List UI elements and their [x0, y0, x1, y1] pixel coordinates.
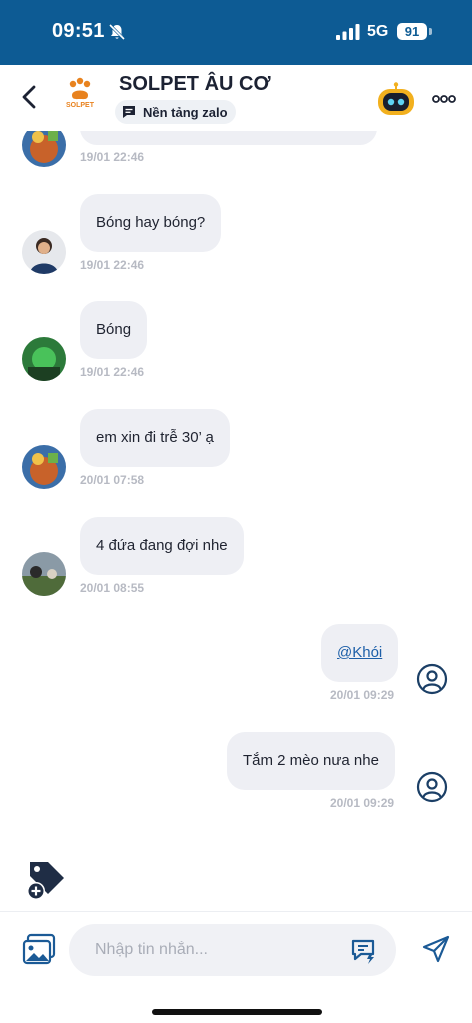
message-time: 19/01 22:46 — [80, 150, 145, 164]
mention-link[interactable]: @Khói — [337, 644, 382, 661]
status-time: 09:51 — [52, 20, 105, 42]
message-list[interactable]: 19/01 22:46 Bóng hay bóng? 19/01 22:46 B… — [0, 131, 472, 853]
message-bubble[interactable]: em xin đi trễ 30’ ạ — [80, 409, 230, 467]
home-indicator — [152, 1009, 322, 1015]
sender-avatar[interactable] — [22, 131, 66, 167]
message-bubble[interactable]: 4 đứa đang đợi nhe — [80, 517, 244, 575]
ai-robot-icon[interactable] — [375, 82, 417, 116]
status-bar: 09:51 5G 91 — [0, 0, 472, 65]
message-bubble-outgoing[interactable]: Tắm 2 mèo nưa nhe — [227, 732, 395, 790]
message-input[interactable] — [95, 924, 335, 976]
sender-avatar[interactable] — [22, 552, 66, 596]
shop-logo[interactable]: SOLPET — [58, 75, 102, 119]
chat-title[interactable]: SOLPET ÂU CƠ — [119, 73, 271, 96]
bell-muted-icon — [108, 23, 126, 41]
battery-tip — [429, 28, 432, 35]
user-profile-icon[interactable] — [416, 771, 448, 803]
message-time: 20/01 07:58 — [80, 473, 145, 487]
chat-bubble-icon — [123, 106, 135, 118]
message-time: 20/01 09:29 — [330, 796, 395, 810]
composer-bar — [0, 911, 472, 1023]
message-time: 20/01 08:55 — [80, 581, 145, 595]
sender-avatar[interactable] — [22, 337, 66, 381]
platform-badge[interactable]: Nền tảng zalo — [115, 100, 236, 124]
quick-reply-icon[interactable] — [350, 937, 378, 965]
sender-avatar[interactable] — [22, 445, 66, 489]
platform-label: Nền tảng zalo — [143, 104, 228, 120]
message-time: 19/01 22:46 — [80, 365, 145, 379]
message-bubble[interactable]: Bóng — [80, 301, 148, 359]
add-tag-icon[interactable] — [24, 858, 68, 902]
more-options-icon[interactable] — [432, 94, 456, 104]
logo-text: SOLPET — [65, 102, 94, 109]
network-label: 5G — [367, 23, 389, 40]
sender-avatar[interactable] — [22, 230, 66, 274]
message-bubble[interactable] — [80, 131, 377, 145]
user-profile-icon[interactable] — [416, 663, 448, 695]
battery-level: 91 — [404, 24, 420, 39]
message-bubble-outgoing[interactable]: @Khói — [321, 624, 399, 682]
chat-header: SOLPET SOLPET ÂU CƠ Nền tảng zalo — [0, 65, 472, 131]
message-time: 20/01 09:29 — [330, 688, 395, 702]
send-icon[interactable] — [421, 934, 451, 964]
image-gallery-icon[interactable] — [21, 933, 57, 967]
back-arrow-icon[interactable] — [18, 83, 42, 111]
message-bubble[interactable]: Bóng hay bóng? — [80, 194, 222, 252]
message-input-container[interactable] — [69, 924, 396, 976]
signal-icon — [336, 24, 360, 40]
paw-logo-icon — [69, 77, 91, 100]
message-time: 19/01 22:46 — [80, 258, 145, 272]
battery-icon: 91 — [397, 23, 427, 40]
